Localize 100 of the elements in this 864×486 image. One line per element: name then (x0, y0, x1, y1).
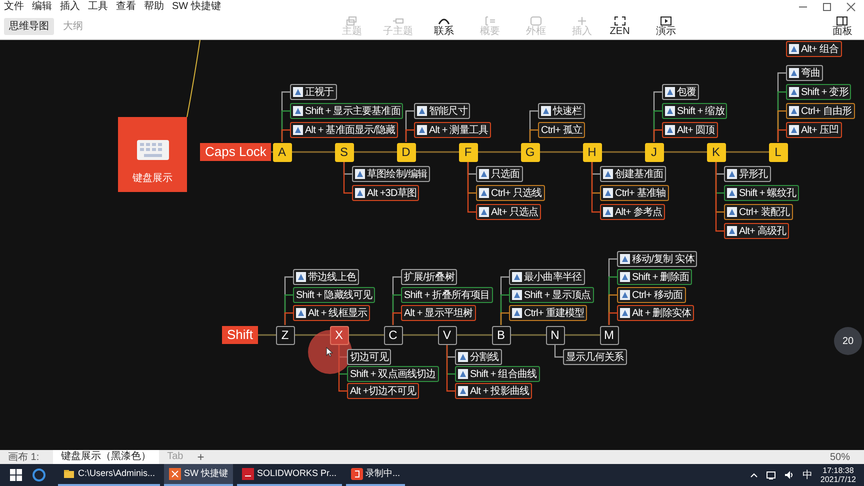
shortcut-node[interactable]: Shift + 折叠所有项目 (401, 287, 493, 303)
tool-icon (458, 386, 468, 396)
row-label[interactable]: Caps Lock (200, 143, 272, 161)
shortcut-node[interactable]: Alt + 基准面显示/隐藏 (290, 122, 398, 138)
taskbar-app[interactable]: SW 快捷键 (164, 464, 234, 486)
shortcut-node[interactable]: Alt+ 压凹 (786, 122, 842, 138)
shortcut-node[interactable]: 分割线 (455, 349, 502, 365)
menu-item[interactable]: 帮助 (140, 0, 168, 14)
key-node[interactable]: M (600, 326, 618, 344)
shortcut-node[interactable]: 智能尺寸 (414, 103, 470, 119)
shortcut-node[interactable]: 快速栏 (538, 103, 585, 119)
shortcut-node[interactable]: Ctrl+ 重建模型 (509, 305, 588, 321)
key-node[interactable]: K (706, 142, 726, 162)
shortcut-node[interactable]: Shift + 缩放 (662, 103, 728, 119)
key-node[interactable]: B (492, 326, 510, 344)
shortcut-node[interactable]: Alt + 删除实体 (617, 305, 694, 321)
shortcut-node[interactable]: Ctrl+ 自由形 (786, 103, 855, 119)
menu-item[interactable]: 工具 (84, 0, 112, 14)
tool-icon (458, 369, 468, 379)
toolbar-button[interactable]: ZEN (600, 16, 639, 37)
shortcut-node[interactable]: Ctrl+ 移动面 (617, 287, 686, 303)
shortcut-node[interactable]: Shift + 显示顶点 (509, 287, 594, 303)
volume-icon (784, 470, 794, 480)
key-node[interactable]: X (330, 326, 348, 344)
toolbar-button[interactable]: 演示 (646, 16, 685, 37)
key-node[interactable]: F (458, 142, 478, 162)
menu-item[interactable]: 查看 (112, 0, 140, 14)
key-node[interactable]: N (546, 326, 564, 344)
maximize-icon[interactable] (822, 2, 832, 12)
shortcut-node[interactable]: 带边线上色 (293, 269, 360, 285)
key-node[interactable]: Z (276, 326, 294, 344)
row-label[interactable]: Shift (222, 326, 258, 344)
taskbar-app[interactable]: 录制中... (346, 464, 406, 486)
shortcut-node[interactable]: 显示几何关系 (563, 349, 627, 365)
shortcut-node[interactable]: Alt+ 圆顶 (662, 122, 718, 138)
tool-icon (355, 188, 365, 198)
shortcut-node[interactable]: 最小曲率半径 (509, 269, 585, 285)
shortcut-node[interactable]: Shift + 删除面 (617, 269, 692, 285)
key-node[interactable]: H (582, 142, 602, 162)
shortcut-node[interactable]: Shift + 双点画线切边 (347, 366, 439, 382)
menu-item[interactable]: SW 快捷键 (168, 0, 225, 14)
shortcut-node[interactable]: 正视于 (290, 84, 337, 100)
key-node[interactable]: V (438, 326, 456, 344)
shortcut-node[interactable]: Alt + 显示平坦树 (401, 305, 476, 321)
close-icon[interactable] (846, 2, 856, 12)
clock-date[interactable]: 2021/7/12 (820, 475, 856, 484)
shortcut-node[interactable]: Ctrl+ 基准轴 (600, 185, 669, 201)
shortcut-node[interactable]: 切边可见 (347, 349, 392, 365)
view-tab[interactable]: 思维导图 (4, 18, 54, 35)
start-icon[interactable] (10, 469, 22, 481)
shortcut-node[interactable]: Alt+ 高级孔 (724, 223, 790, 239)
key-node[interactable]: D (396, 142, 416, 162)
shortcut-node[interactable]: 创建基准面 (600, 166, 666, 182)
key-node[interactable]: S (334, 142, 354, 162)
menu-item[interactable]: 插入 (56, 0, 84, 14)
key-node[interactable]: G (520, 142, 540, 162)
shortcut-node[interactable]: Ctrl+ 孤立 (538, 122, 585, 138)
shortcut-node[interactable]: Shift + 显示主要基准面 (290, 103, 404, 119)
taskbar-app[interactable]: SOLIDWORKS Pr... (237, 464, 342, 486)
shortcut-node[interactable]: Shift + 螺纹孔 (724, 185, 800, 201)
shortcut-node[interactable]: 弯曲 (786, 65, 824, 81)
key-node[interactable]: L (768, 142, 788, 162)
menu-item[interactable]: 文件 (0, 0, 28, 14)
shortcut-node[interactable]: Alt+ 参考点 (600, 204, 666, 220)
tool-icon (620, 272, 630, 282)
shortcut-node[interactable]: Alt + 线框显示 (293, 305, 370, 321)
add-sheet-button[interactable]: + (191, 448, 210, 466)
tool-icon (603, 169, 613, 179)
shortcut-node[interactable]: 只选面 (476, 166, 523, 182)
ime-indicator[interactable]: 中 (802, 468, 812, 482)
shortcut-node[interactable]: 移动/复制 实体 (617, 251, 698, 267)
panel-button[interactable]: 面板 (824, 16, 860, 37)
shortcut-node[interactable]: Ctrl+ 只选线 (476, 185, 545, 201)
menu-item[interactable]: 编辑 (28, 0, 56, 14)
key-node[interactable]: A (272, 142, 292, 162)
toolbar-button[interactable]: 联系 (424, 16, 463, 37)
shortcut-node[interactable]: 异形孔 (724, 166, 771, 182)
shortcut-node[interactable]: Alt + 测量工具 (414, 122, 492, 138)
key-node[interactable]: J (644, 142, 664, 162)
clock-time[interactable]: 17:18:38 (820, 466, 856, 475)
sheet-tab[interactable]: 键盘展示（黑漆色） (53, 450, 160, 464)
shortcut-node[interactable]: Alt +切边不可见 (347, 383, 420, 399)
shortcut-node[interactable]: Shift + 隐藏线可见 (293, 287, 376, 303)
shortcut-node[interactable]: Alt+ 组合 (786, 41, 842, 57)
shortcut-node[interactable]: Alt + 投影曲线 (455, 383, 532, 399)
shortcut-node[interactable]: 草图绘制/编辑 (352, 166, 430, 182)
tool-icon (620, 290, 630, 300)
search-icon[interactable] (32, 468, 46, 482)
shortcut-node[interactable]: 包覆 (662, 84, 700, 100)
taskbar-app[interactable]: C:\Users\Adminis... (58, 464, 160, 486)
keyboard-icon (136, 139, 170, 161)
shortcut-node[interactable]: Alt +3D草图 (352, 185, 420, 201)
shortcut-node[interactable]: Ctrl+ 装配孔 (724, 204, 793, 220)
shortcut-node[interactable]: Alt+ 只选点 (476, 204, 542, 220)
central-topic-card[interactable]: 键盘展示 (118, 117, 187, 192)
shortcut-node[interactable]: Shift + 变形 (786, 84, 852, 100)
zoom-level[interactable]: 50% (816, 450, 864, 464)
shortcut-node[interactable]: Shift + 组合曲线 (455, 366, 540, 382)
shortcut-node[interactable]: 扩展/折叠树 (401, 269, 458, 285)
key-node[interactable]: C (384, 326, 402, 344)
